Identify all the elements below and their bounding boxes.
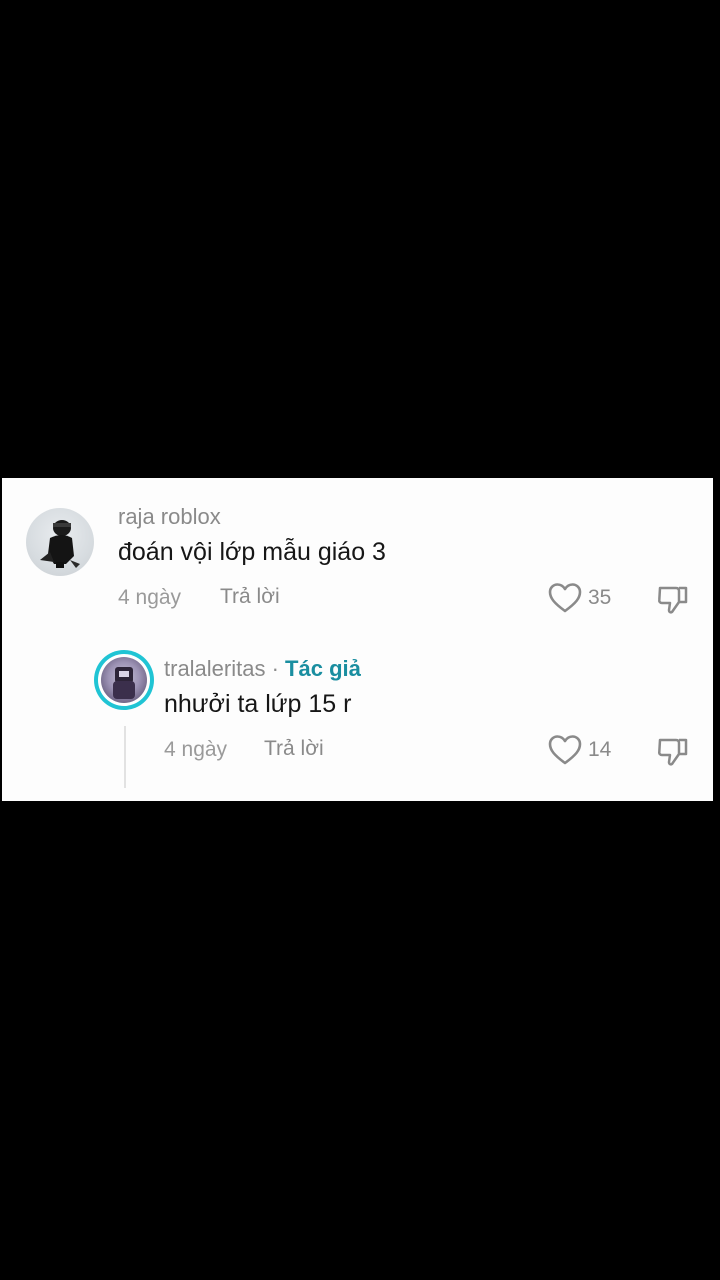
reply-text: nhưởi ta lứp 15 r xyxy=(164,690,352,718)
comment-timestamp: 4 ngày xyxy=(118,586,182,609)
comment-panel: raja roblox đoán vội lớp mẫu giáo 3 4 ng… xyxy=(2,478,713,801)
heart-outline-icon xyxy=(548,583,582,613)
thread-line xyxy=(124,726,126,788)
reply-timestamp: 4 ngày xyxy=(164,738,228,761)
avatar-figure-icon xyxy=(40,520,80,568)
reply-button[interactable]: Trả lời xyxy=(220,585,280,609)
thumbs-down-icon xyxy=(658,586,688,614)
heart-outline-icon xyxy=(548,735,582,765)
reply-item: tralaleritas · Tác giả nhưởi ta lứp 15 r… xyxy=(2,628,713,801)
screen: raja roblox đoán vội lớp mẫu giáo 3 4 ng… xyxy=(0,0,720,1280)
avatar[interactable] xyxy=(26,508,94,576)
reply-username[interactable]: tralaleritas xyxy=(164,656,265,681)
like-button[interactable]: 14 xyxy=(548,734,611,766)
avatar-border xyxy=(98,654,150,706)
like-count: 14 xyxy=(588,738,612,761)
dislike-button[interactable] xyxy=(656,584,690,621)
separator-dot: · xyxy=(265,656,286,681)
comment-item: raja roblox đoán vội lớp mẫu giáo 3 4 ng… xyxy=(2,478,713,628)
thumbs-down-icon xyxy=(658,738,688,766)
author-badge: Tác giả xyxy=(285,656,361,681)
comment-text: đoán vội lớp mẫu giáo 3 xyxy=(118,538,386,566)
avatar[interactable] xyxy=(94,650,154,710)
like-button[interactable]: 35 xyxy=(548,582,611,614)
reply-button[interactable]: Trả lời xyxy=(264,737,324,761)
dislike-button[interactable] xyxy=(656,736,690,773)
avatar-figure-icon xyxy=(113,667,135,699)
comment-username[interactable]: raja roblox xyxy=(118,504,221,530)
avatar-image xyxy=(101,657,147,703)
like-count: 35 xyxy=(588,586,612,609)
reply-username-line: tralaleritas · Tác giả xyxy=(164,656,361,682)
